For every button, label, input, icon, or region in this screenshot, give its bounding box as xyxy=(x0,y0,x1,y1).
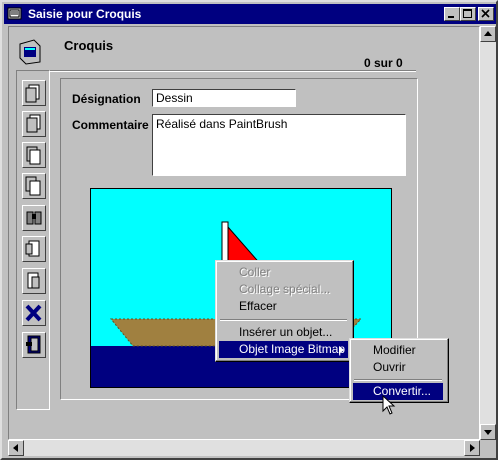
maximize-button[interactable] xyxy=(460,7,476,21)
minimize-button[interactable] xyxy=(444,7,460,21)
form-header: Croquis 0 sur 0 xyxy=(14,32,414,72)
scroll-right-button[interactable] xyxy=(464,440,480,456)
mouse-cursor-icon xyxy=(382,395,396,415)
arrow-up-icon xyxy=(484,31,492,36)
menu-item-inserer-objet[interactable]: Insérer un objet... xyxy=(219,324,348,341)
close-form-button[interactable] xyxy=(22,332,46,358)
close-icon xyxy=(481,9,490,18)
window-title: Saisie pour Croquis xyxy=(28,7,142,21)
comment-value: Réalisé dans PaintBrush xyxy=(156,117,288,131)
new-record-icon xyxy=(25,240,40,257)
designation-field[interactable]: Dessin xyxy=(152,89,296,107)
first-record-icon xyxy=(25,84,40,103)
arrow-down-icon xyxy=(484,430,492,435)
designation-label: Désignation xyxy=(72,92,141,106)
last-record-button[interactable] xyxy=(22,173,46,199)
horizontal-scrollbar[interactable] xyxy=(8,440,480,456)
arrow-right-icon xyxy=(470,444,475,452)
menu-item-label: Insérer un objet... xyxy=(239,325,333,339)
new-record-button[interactable] xyxy=(22,236,46,262)
app-icon xyxy=(7,7,22,20)
form-title: Croquis xyxy=(64,38,114,53)
menu-item-collage-special[interactable]: Collage spécial... xyxy=(219,281,348,298)
menu-item-coller[interactable]: Coller xyxy=(219,264,348,281)
menu-separator xyxy=(220,319,347,321)
duplicate-record-icon xyxy=(27,272,40,289)
arrow-left-icon xyxy=(13,444,18,452)
scroll-left-button[interactable] xyxy=(8,440,24,456)
menu-item-convertir[interactable]: Convertir... xyxy=(353,383,443,400)
form-icon xyxy=(19,39,41,65)
header-divider xyxy=(50,70,416,72)
submenu-arrow-icon xyxy=(339,346,344,354)
record-counter: 0 sur 0 xyxy=(364,56,403,70)
menu-item-label: Effacer xyxy=(239,299,277,313)
menu-item-label: Coller xyxy=(239,265,271,279)
comment-field[interactable]: Réalisé dans PaintBrush xyxy=(152,114,406,176)
menu-item-label: Ouvrir xyxy=(373,360,406,374)
close-button[interactable] xyxy=(478,7,494,21)
app-window: Saisie pour Croquis Croquis 0 sur 0 Dési… xyxy=(0,0,498,460)
vertical-scrollbar[interactable] xyxy=(480,26,496,440)
menu-separator xyxy=(354,379,442,381)
search-record-button[interactable] xyxy=(22,205,46,231)
minimize-icon xyxy=(448,16,454,18)
last-record-icon xyxy=(25,176,41,196)
menu-item-effacer[interactable]: Effacer xyxy=(219,298,348,315)
comment-label: Commentaire xyxy=(72,118,149,132)
menu-item-label: Collage spécial... xyxy=(239,282,331,296)
menu-item-objet-image-bitmap[interactable]: Objet Image Bitmap xyxy=(219,341,348,358)
binoculars-icon xyxy=(26,211,42,225)
size-grip[interactable] xyxy=(480,440,496,456)
designation-value: Dessin xyxy=(156,91,193,105)
next-record-button[interactable] xyxy=(22,142,46,168)
menu-item-modifier[interactable]: Modifier xyxy=(353,342,443,359)
previous-record-button[interactable] xyxy=(22,111,46,137)
previous-record-icon xyxy=(26,114,41,133)
door-exit-icon xyxy=(26,335,41,354)
scroll-up-button[interactable] xyxy=(480,26,496,42)
duplicate-record-button[interactable] xyxy=(22,268,46,294)
submenu: Modifier Ouvrir Convertir... xyxy=(349,338,449,403)
menu-item-ouvrir[interactable]: Ouvrir xyxy=(353,359,443,376)
title-bar[interactable]: Saisie pour Croquis xyxy=(4,4,496,24)
next-record-icon xyxy=(26,146,41,165)
menu-item-label: Modifier xyxy=(373,343,416,357)
scroll-down-button[interactable] xyxy=(480,424,496,440)
maximize-icon xyxy=(463,9,472,18)
delete-record-button[interactable] xyxy=(22,300,46,326)
menu-item-label: Objet Image Bitmap xyxy=(239,342,346,356)
context-menu: Coller Collage spécial... Effacer Insére… xyxy=(215,260,354,362)
delete-icon xyxy=(25,304,42,322)
first-record-button[interactable] xyxy=(22,80,46,106)
